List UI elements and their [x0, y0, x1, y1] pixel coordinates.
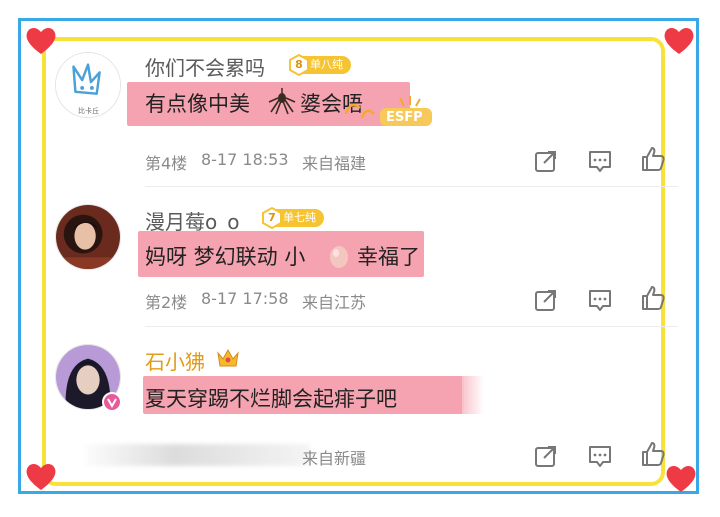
heart-icon: [664, 462, 698, 494]
crown-icon: [216, 347, 240, 369]
location-label: 来自福建: [302, 154, 367, 173]
heart-icon: [662, 24, 696, 56]
blurred-meta: [85, 444, 310, 466]
avatar-caption: 比卡丘: [78, 107, 99, 115]
comment-text: 妈呀 梦幻联动 小: [145, 245, 306, 269]
heart-icon: [24, 460, 58, 492]
egg-emoji-icon: [329, 243, 349, 269]
esfp-sticker: ESFP: [340, 94, 435, 130]
heart-icon: [24, 24, 58, 56]
highlight-fade: [462, 376, 484, 414]
avatar[interactable]: [55, 204, 121, 270]
username[interactable]: 你们不会累吗: [145, 52, 265, 81]
comment-icon[interactable]: [587, 148, 613, 174]
comment-icon[interactable]: [587, 287, 613, 313]
like-icon[interactable]: [640, 441, 666, 467]
divider: [145, 326, 678, 327]
share-icon[interactable]: [533, 148, 559, 174]
like-icon[interactable]: [640, 285, 666, 311]
share-icon[interactable]: [533, 287, 559, 313]
share-icon[interactable]: [533, 443, 559, 469]
comment-text: 幸福了: [357, 245, 420, 269]
divider: [145, 186, 678, 187]
fan-badge: 7 单七纯: [262, 207, 324, 229]
location-label: 来自江苏: [302, 293, 367, 312]
comment-icon[interactable]: [587, 443, 613, 469]
verified-icon: [102, 392, 122, 412]
floor-label: 第4楼: [145, 154, 188, 173]
comment-text: 夏天穿踢不烂脚会起痱子吧: [145, 387, 397, 411]
like-icon[interactable]: [640, 146, 666, 172]
username[interactable]: 石小狒: [145, 346, 205, 375]
comment-text: 有点像中美: [145, 92, 250, 116]
timestamp: 8-17 17:58: [201, 289, 289, 308]
timestamp: 8-17 18:53: [201, 150, 289, 169]
floor-label: 第2楼: [145, 293, 188, 312]
mosquito-icon: [267, 86, 297, 116]
fan-badge: 8 单八纯: [289, 54, 351, 76]
location-label: 来自新疆: [302, 449, 367, 468]
